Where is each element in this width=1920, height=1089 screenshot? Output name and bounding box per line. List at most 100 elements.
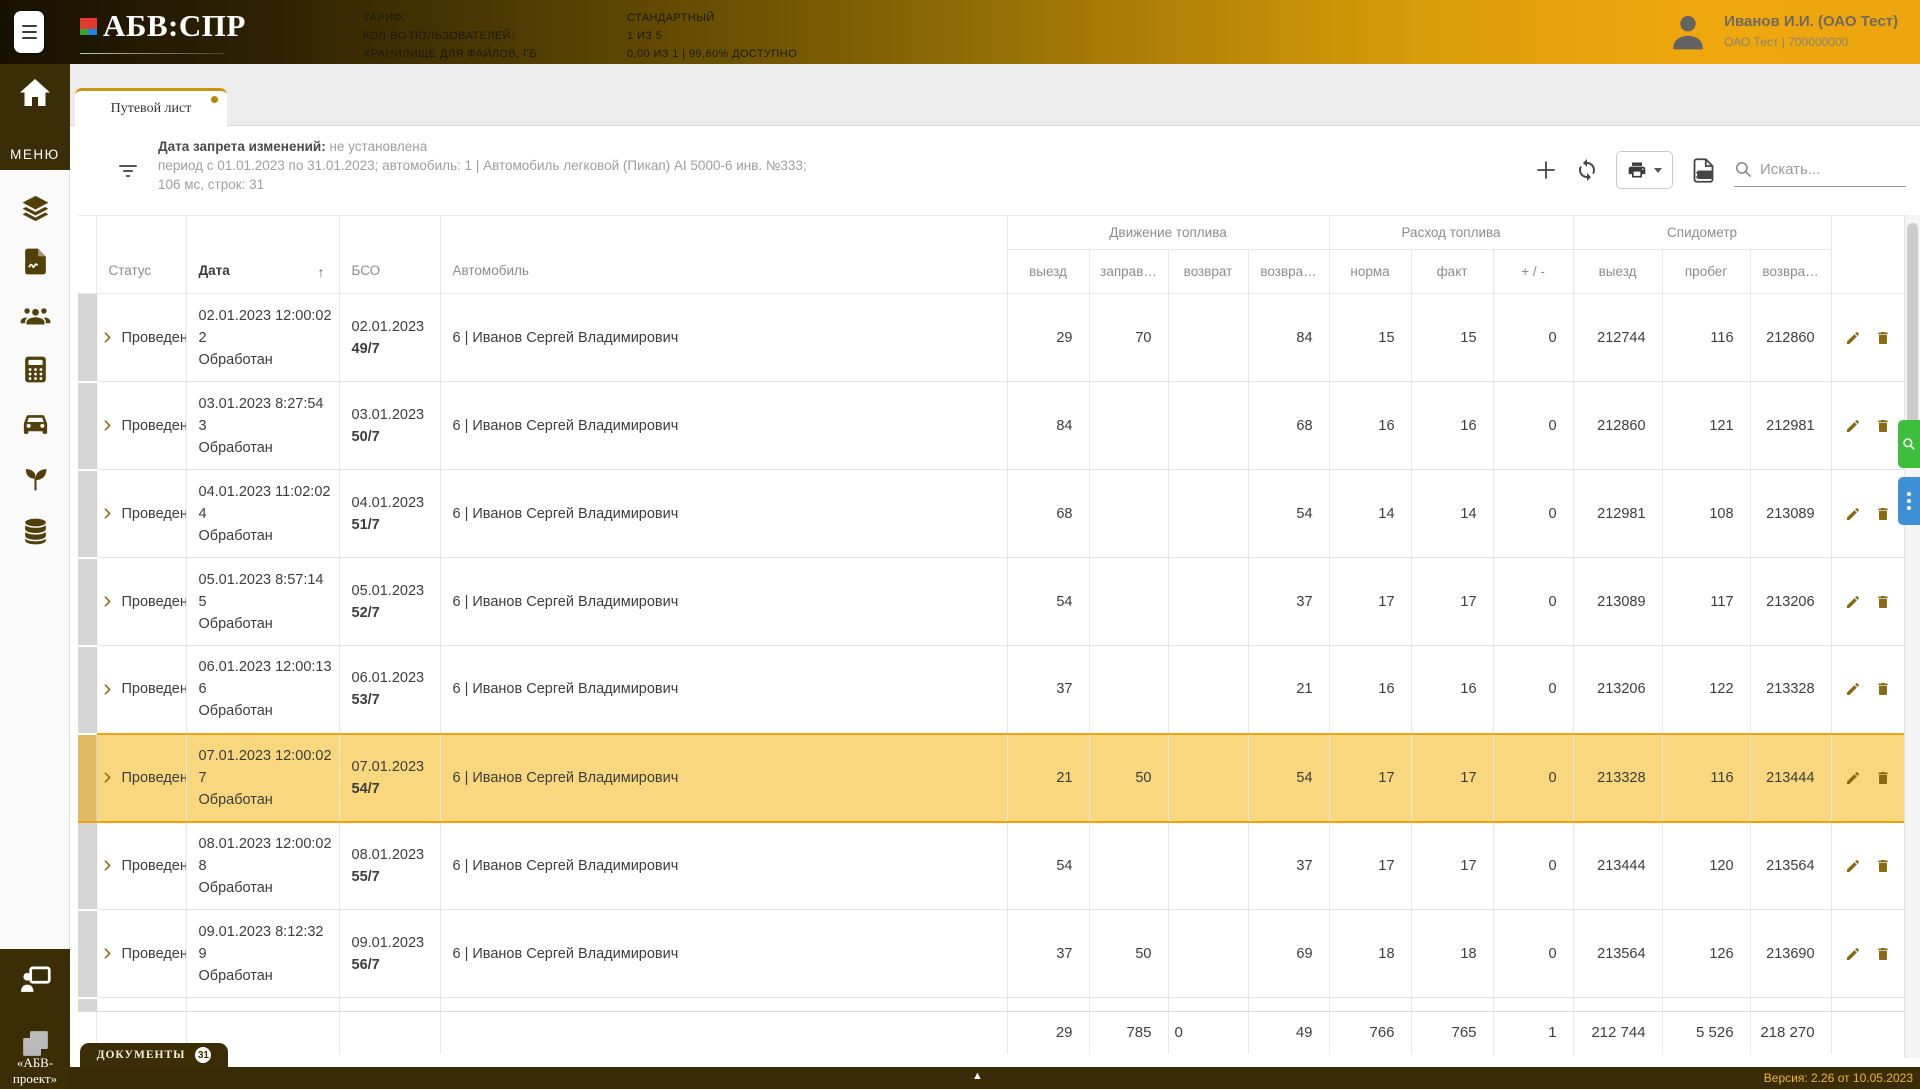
- plan-value: 1 ИЗ 5: [627, 30, 663, 42]
- search-input[interactable]: [1760, 161, 1890, 178]
- total-mileage: 5 526: [1662, 1011, 1751, 1054]
- chevron-right-icon[interactable]: [101, 595, 114, 608]
- table-row[interactable]: Проведен 09.01.2023 8:12:32 9 Обработан 09…: [78, 909, 1905, 999]
- vertical-scrollbar[interactable]: [1904, 215, 1920, 1058]
- col-mileage[interactable]: пробег: [1662, 249, 1751, 294]
- status-bar: ▲ Версия: 2.26 от 10.05.2023: [0, 1067, 1920, 1089]
- documents-bar[interactable]: ДОКУМЕНТЫ 31: [80, 1043, 228, 1067]
- col-diff[interactable]: + / -: [1493, 249, 1574, 294]
- col-speedo-out[interactable]: выезд: [1573, 249, 1663, 294]
- refresh-button[interactable]: [1575, 158, 1599, 182]
- delete-button[interactable]: [1875, 946, 1891, 962]
- training-icon[interactable]: [19, 963, 52, 996]
- edit-button[interactable]: [1845, 330, 1861, 346]
- print-button[interactable]: [1616, 151, 1673, 189]
- col-fuel-out[interactable]: выезд: [1007, 249, 1090, 294]
- delete-button[interactable]: [1875, 418, 1891, 434]
- delete-button[interactable]: [1875, 330, 1891, 346]
- cell-bso: 07.01.2023 54/7: [339, 732, 441, 823]
- col-fuel-refill[interactable]: заправ…: [1089, 249, 1169, 294]
- edit-button[interactable]: [1845, 858, 1861, 874]
- edit-button[interactable]: [1845, 418, 1861, 434]
- cell-car: 6 | Иванов Сергей Владимирович: [440, 909, 1008, 998]
- calculator-icon[interactable]: [20, 354, 51, 385]
- scrollbar-thumb[interactable]: [1907, 223, 1918, 428]
- edit-button[interactable]: [1845, 506, 1861, 522]
- documents-label: ДОКУМЕНТЫ: [96, 1049, 186, 1061]
- cell-diff: 0: [1493, 293, 1574, 382]
- tab-label: Путевой лист: [110, 101, 192, 116]
- ban-date-value: не установлена: [329, 139, 428, 154]
- app-header: АБВ:СПР ТАРИФ: СТАНДАРТНЫЙ КОЛ-ВО ПОЛЬЗОВ…: [0, 0, 1920, 64]
- cell-norm: 17: [1329, 821, 1412, 910]
- cell-fuel-back: 37: [1248, 821, 1330, 910]
- document-icon[interactable]: [20, 246, 51, 277]
- cell-speedo-back: 213328: [1750, 645, 1832, 734]
- col-norm[interactable]: норма: [1329, 249, 1412, 294]
- cell-fact: 16: [1411, 645, 1494, 734]
- chevron-right-icon[interactable]: [101, 683, 114, 696]
- edit-button[interactable]: [1845, 946, 1861, 962]
- scroll-top-icon[interactable]: ▲: [972, 1070, 983, 1082]
- table-row[interactable]: Проведен 05.01.2023 8:57:14 5 Обработан 05…: [78, 557, 1905, 647]
- col-date[interactable]: Дата ↑: [186, 215, 340, 294]
- col-fuel-back[interactable]: возвра…: [1248, 249, 1330, 294]
- cell-diff: 0: [1493, 645, 1574, 734]
- chevron-right-icon[interactable]: [101, 507, 114, 520]
- col-car[interactable]: Автомобиль: [440, 215, 1008, 294]
- export-xlsx-button[interactable]: XLSX: [1690, 157, 1717, 184]
- delete-button[interactable]: [1875, 681, 1891, 697]
- cell-car: 6 | Иванов Сергей Владимирович: [440, 381, 1008, 470]
- cell-speedo-back: 212860: [1750, 293, 1832, 382]
- edit-button[interactable]: [1845, 681, 1861, 697]
- tab-waybill[interactable]: Путевой лист: [75, 88, 227, 127]
- table-row[interactable]: Проведен 04.01.2023 11:02:02 4 Обработан 0…: [78, 469, 1905, 559]
- app-logo[interactable]: АБВ:СПР: [80, 8, 246, 44]
- hamburger-menu-button[interactable]: [14, 11, 44, 53]
- edit-button[interactable]: [1845, 770, 1861, 786]
- filter-icon[interactable]: [116, 159, 140, 183]
- car-icon[interactable]: [20, 408, 51, 439]
- cell-fuel-out: 84: [1007, 381, 1090, 470]
- user-menu[interactable]: Иванов И.И. (ОАО Тест) ОАО Тест | 700000…: [1666, 8, 1898, 54]
- add-button[interactable]: [1534, 158, 1558, 182]
- col-status[interactable]: Статус: [96, 215, 187, 294]
- cell-fuel-back: 84: [1248, 293, 1330, 382]
- table-row[interactable]: Проведен 02.01.2023 12:00:02 2 Обработан 0…: [78, 293, 1905, 383]
- cell-speedo-out: 213328: [1573, 732, 1663, 823]
- table-row[interactable]: Проведен 08.01.2023 12:00:02 8 Обработан 0…: [78, 821, 1905, 911]
- cell-actions: [1831, 732, 1905, 823]
- col-speedo-back[interactable]: возвра…: [1750, 249, 1832, 294]
- delete-button[interactable]: [1875, 770, 1891, 786]
- more-options-button[interactable]: [1898, 477, 1920, 525]
- database-icon[interactable]: [20, 516, 51, 547]
- delete-button[interactable]: [1875, 858, 1891, 874]
- col-bso[interactable]: БСО: [339, 215, 441, 294]
- delete-button[interactable]: [1875, 506, 1891, 522]
- delete-button[interactable]: [1875, 594, 1891, 610]
- table-row[interactable]: Проведен 07.01.2023 12:00:02 7 Обработан 0…: [78, 732, 1905, 823]
- table-row[interactable]: Проведен 06.01.2023 12:00:13 6 Обработан 0…: [78, 645, 1905, 735]
- edit-button[interactable]: [1845, 594, 1861, 610]
- home-icon[interactable]: [17, 76, 53, 112]
- chevron-right-icon[interactable]: [101, 947, 114, 960]
- cell-date: 06.01.2023 12:00:13 6 Обработан: [186, 645, 340, 734]
- cell-actions: [1831, 645, 1905, 734]
- cell-diff: 0: [1493, 381, 1574, 470]
- col-fuel-return[interactable]: возврат: [1168, 249, 1249, 294]
- sprout-icon[interactable]: [20, 462, 51, 493]
- col-fact[interactable]: факт: [1411, 249, 1494, 294]
- gutter-header: [78, 215, 97, 294]
- chevron-right-icon[interactable]: [101, 419, 114, 432]
- quick-search-button[interactable]: [1898, 420, 1920, 468]
- chevron-right-icon[interactable]: [101, 859, 114, 872]
- plan-value: СТАНДАРТНЫЙ: [627, 12, 715, 24]
- cell-speedo-out: 212860: [1573, 381, 1663, 470]
- chevron-right-icon[interactable]: [101, 331, 114, 344]
- layers-icon[interactable]: [20, 192, 51, 223]
- people-icon[interactable]: [20, 300, 51, 331]
- table-row[interactable]: Проведен 03.01.2023 8:27:54 3 Обработан 03…: [78, 381, 1905, 471]
- total-diff: 1: [1493, 1011, 1574, 1054]
- cell-fuel-back: 68: [1248, 381, 1330, 470]
- chevron-right-icon[interactable]: [101, 771, 114, 784]
